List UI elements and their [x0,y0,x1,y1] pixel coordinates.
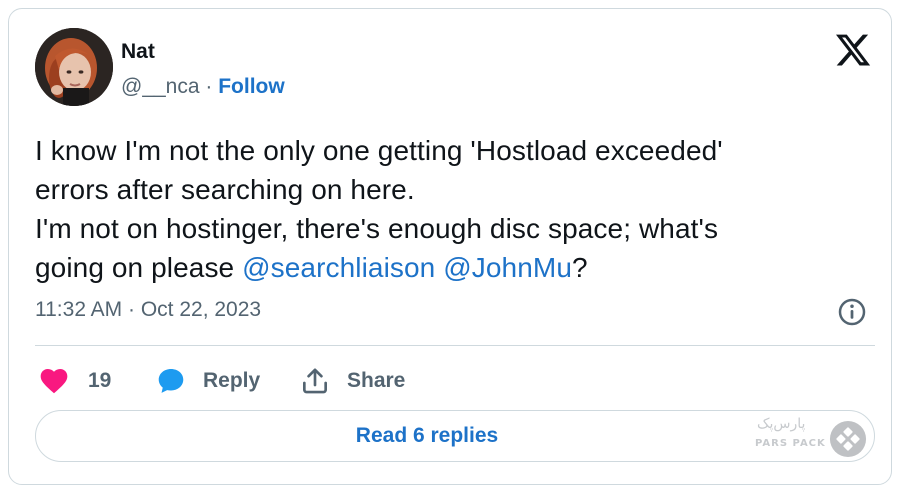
read-replies-label: Read 6 replies [355,424,499,447]
share-label: Share [347,369,406,392]
author-name[interactable]: Nat [121,40,155,64]
like-button[interactable]: 19 [38,361,111,401]
share-button[interactable]: Share [299,361,405,401]
avatar-image [35,28,113,106]
avatar[interactable] [35,28,113,106]
tweet-card: Nat @__nca · Follow I know I'm not the o… [8,8,892,485]
reply-label: Reply [203,369,261,392]
tweet-text-line: going on please @searchliaison @JohnMu? [35,248,865,287]
like-count: 19 [88,369,112,392]
author-handle[interactable]: @__nca [121,75,200,98]
reply-button[interactable]: Reply [155,361,260,401]
tweet-text-fragment: ? [572,252,588,283]
tweet-text: I know I'm not the only one getting 'Hos… [35,131,865,287]
tweet-text-line: errors after searching on here. [35,174,415,205]
handle-separator: · [199,75,219,98]
share-icon [303,368,327,394]
mention-searchliaison[interactable]: @searchliaison [242,252,435,283]
heart-icon [40,369,68,394]
divider [35,345,875,346]
read-replies-button[interactable]: Read 6 replies [35,410,875,462]
tweet-text-fragment: going on please [35,252,243,283]
x-logo-icon[interactable] [834,31,872,69]
mention-johnmu[interactable]: @JohnMu [443,252,572,283]
follow-button[interactable]: Follow [218,75,285,98]
author-handle-line: @__nca · Follow [121,75,285,99]
tweet-text-line: I know I'm not the only one getting 'Hos… [35,135,723,166]
speech-bubble-icon [158,369,184,393]
tweet-timestamp[interactable]: 11:32 AM · Oct 22, 2023 [35,298,261,322]
info-icon[interactable] [837,297,867,327]
tweet-text-line: I'm not on hostinger, there's enough dis… [35,213,719,244]
